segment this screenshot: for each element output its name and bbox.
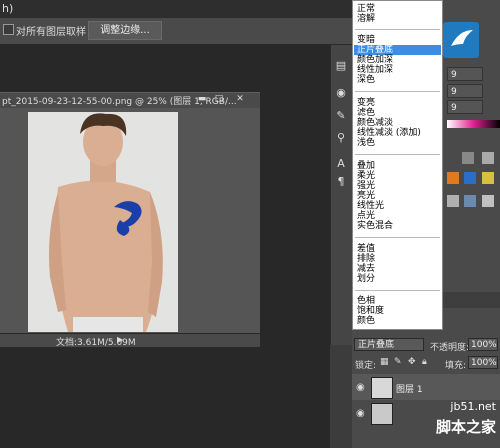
tool-history-icon[interactable]: ▤ [333, 58, 349, 74]
value-field-2[interactable]: 9 [447, 84, 483, 98]
blend-option-exclusion[interactable]: 排除 [357, 254, 441, 264]
blend-option-divide[interactable]: 划分 [357, 274, 441, 284]
swatch-orange[interactable] [447, 172, 459, 184]
blend-option-color-dodge[interactable]: 颜色减淡 [357, 118, 441, 128]
maximize-button[interactable]: □ [212, 94, 226, 105]
lock-pixels-icon[interactable]: ✎ [394, 357, 402, 367]
blend-option-linear-light[interactable]: 线性光 [357, 201, 441, 211]
tool-brush-icon[interactable]: ✎ [333, 108, 349, 124]
minimize-button[interactable]: ▬ [195, 94, 209, 105]
blend-mode-dropdown[interactable]: 正常 溶解 变暗 正片叠底 颜色加深 线性加深 深色 变亮 滤色 颜色减淡 线性… [352, 0, 443, 330]
blend-option-darken[interactable]: 变暗 [357, 35, 441, 45]
blend-mode-select[interactable]: 正片叠底 [354, 338, 424, 351]
lock-transparent-icon[interactable]: ▦ [380, 357, 389, 367]
tool-clone-icon[interactable]: ⚲ [333, 130, 349, 146]
tool-character-icon[interactable]: A [333, 156, 349, 172]
blend-option-dissolve[interactable]: 溶解 [357, 14, 441, 24]
blend-option-linear-dodge[interactable]: 线性减淡 (添加) [357, 128, 441, 138]
blend-option-vivid-light[interactable]: 亮光 [357, 191, 441, 201]
bird-logo-icon [451, 30, 473, 46]
tool-actions-icon[interactable]: ◉ [333, 85, 349, 101]
swatch-steel[interactable] [464, 195, 476, 207]
photo-canvas[interactable] [28, 112, 178, 332]
swatch-pale[interactable] [482, 195, 494, 207]
opacity-label: 不透明度: [430, 343, 470, 353]
lock-label: 锁定: [355, 361, 377, 371]
blend-option-screen[interactable]: 滤色 [357, 108, 441, 118]
portrait-image [28, 112, 178, 332]
close-button[interactable]: ✕ [233, 94, 247, 105]
blend-option-normal[interactable]: 正常 [357, 4, 441, 14]
lock-all-icon[interactable]: 🔒︎ [422, 357, 427, 367]
dropdown-separator [355, 154, 440, 155]
menu-item-help[interactable]: h) [2, 2, 13, 15]
dropdown-separator [355, 237, 440, 238]
swatch-blue[interactable] [464, 172, 476, 184]
blend-option-lighter-color[interactable]: 浅色 [357, 138, 441, 148]
fill-input[interactable]: 100% [468, 356, 498, 369]
blend-option-soft-light[interactable]: 柔光 [357, 171, 441, 181]
watermark: jb51.net 脚本之家 [430, 398, 500, 448]
swatch-light-gray[interactable] [482, 152, 494, 164]
visibility-eye-icon[interactable]: ◉ [356, 408, 366, 419]
layer-thumbnail [371, 403, 393, 425]
dropdown-separator [355, 290, 440, 291]
lock-position-icon[interactable]: ✥ [408, 357, 416, 367]
value-field-1[interactable]: 9 [447, 67, 483, 81]
sample-all-layers-checkbox[interactable] [3, 24, 14, 35]
dropdown-separator [355, 29, 440, 30]
visibility-eye-icon[interactable]: ◉ [356, 382, 366, 393]
color-gradient-bar[interactable] [447, 120, 500, 128]
document-size-status: 文档:3.61M/5.09M [56, 338, 136, 348]
blend-option-hard-light[interactable]: 强光 [357, 181, 441, 191]
adjust-edge-button[interactable]: 调整边缘... [88, 21, 162, 40]
blend-option-linear-burn[interactable]: 线性加深 [357, 65, 441, 75]
watermark-name: 脚本之家 [435, 418, 496, 436]
blend-option-color[interactable]: 颜色 [357, 316, 441, 326]
blend-option-multiply[interactable]: 正片叠底 [354, 45, 441, 55]
blend-option-saturation[interactable]: 饱和度 [357, 306, 441, 316]
fill-label: 填充: [445, 361, 467, 371]
blend-option-darker-color[interactable]: 深色 [357, 75, 441, 85]
opacity-input[interactable]: 100% [468, 338, 498, 351]
sample-all-layers-label: 对所有图层取样 [16, 27, 86, 38]
blend-option-color-burn[interactable]: 颜色加深 [357, 55, 441, 65]
watermark-site: jb51.net [450, 400, 496, 413]
swatch-yellow[interactable] [482, 172, 494, 184]
blend-option-hard-mix[interactable]: 实色混合 [357, 221, 441, 231]
tool-paragraph-icon[interactable]: ¶ [333, 174, 349, 190]
navigator-thumbnail[interactable] [443, 22, 479, 58]
blend-option-hue[interactable]: 色相 [357, 296, 441, 306]
swatch-gray[interactable] [462, 152, 474, 164]
swatch-silver[interactable] [447, 195, 459, 207]
blend-option-pin-light[interactable]: 点光 [357, 211, 441, 221]
blend-option-difference[interactable]: 差值 [357, 244, 441, 254]
status-menu-arrow[interactable]: ▶ [117, 335, 123, 344]
layer-name[interactable]: 图层 1 [396, 382, 423, 395]
value-field-3[interactable]: 9 [447, 100, 483, 114]
layer-thumbnail [371, 377, 393, 399]
blend-option-lighten[interactable]: 变亮 [357, 98, 441, 108]
dropdown-separator [355, 91, 440, 92]
blend-option-overlay[interactable]: 叠加 [357, 161, 441, 171]
blend-option-subtract[interactable]: 减去 [357, 264, 441, 274]
